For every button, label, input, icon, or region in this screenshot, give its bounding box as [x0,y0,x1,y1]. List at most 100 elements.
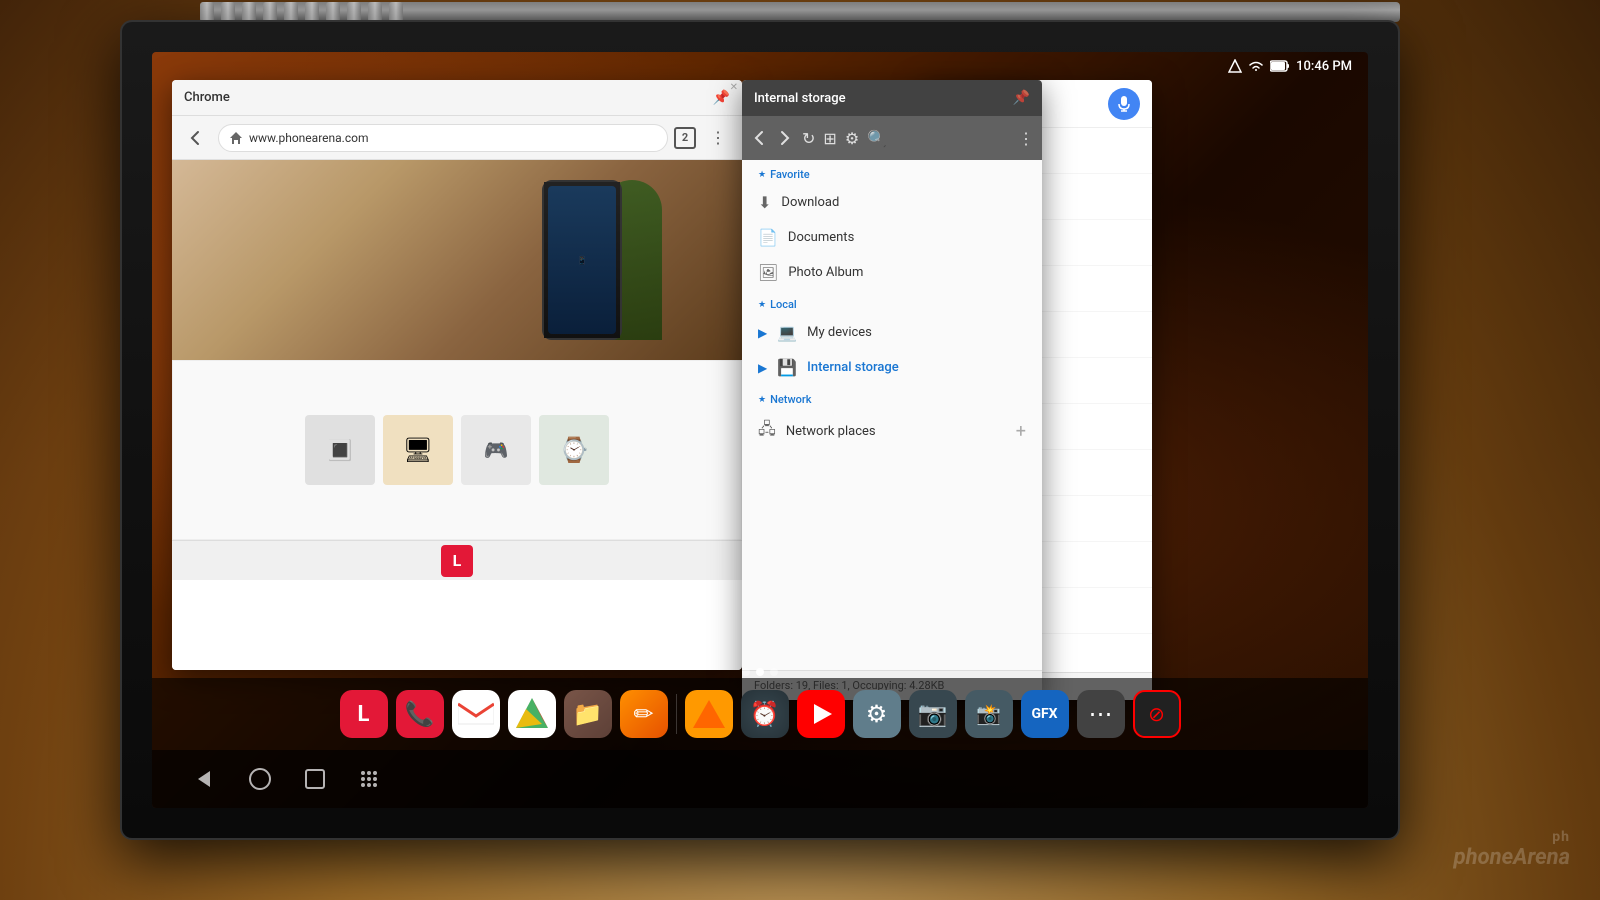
fm-download-icon: ⬇ [758,193,771,212]
fm-favorite-header: Favorite [742,160,1042,185]
dock-icon-clock[interactable]: ⏰ [741,690,789,738]
fm-documents-item[interactable]: 📄 Documents [742,220,1042,255]
dock-icon-gmail[interactable] [452,690,500,738]
fm-photoalbum-item[interactable]: 🖼 Photo Album [742,255,1042,290]
fm-forward-button[interactable] [776,129,794,147]
dock-icon-drive[interactable] [508,690,556,738]
dock-icon-files[interactable]: 📁 [564,690,612,738]
fm-grid-button[interactable]: ⊞ [823,129,836,148]
fm-more-button[interactable]: ⋮ [1018,129,1034,148]
dock-icon-camera1[interactable]: 📷 [909,690,957,738]
tablet-device: YOGA BOOK [120,20,1480,860]
dock-icon-phone[interactable]: 📞 [396,690,444,738]
dock-phone-icon: 📞 [405,700,435,728]
website-phone-section: 📱 [172,160,742,360]
fm-sidebar: Favorite ⬇ Download 📄 Documents 🖼 Photo … [742,160,1042,700]
page-dot-1[interactable] [742,668,750,676]
dock-vlc-icon [693,700,725,728]
page-dot-3[interactable] [770,668,778,676]
fm-mydevices-item[interactable]: ▶ 💻 My devices [742,315,1042,350]
page-dots [742,668,778,676]
fm-add-icon[interactable]: + [1016,421,1026,442]
phonearena-ph: ph [1454,829,1570,845]
fm-refresh-button[interactable]: ↻ [802,129,815,148]
website-ad-section: ✕ 🔳 🖥 🎮 ⌚ [172,360,742,540]
chrome-pin-icon[interactable]: 📌 [713,90,730,106]
fm-internalstorage-icon: 💾 [777,358,797,377]
dock-icon-gfx[interactable]: GFX [1021,690,1069,738]
dock-icon-youtube[interactable] [797,690,845,738]
dock-camera2-icon: 📸 [976,702,1001,726]
battery-icon [1270,60,1290,72]
dock-icon-settings[interactable]: ⚙ [853,690,901,738]
dock-icon-vlc[interactable] [685,690,733,738]
status-bar: 10:46 PM [152,52,1368,80]
chrome-window-title: Chrome [184,90,713,105]
dock-icon-block[interactable]: ⊘ [1133,690,1181,738]
chrome-toolbar: www.phonearena.com 2 ⋮ [172,116,742,160]
status-time: 10:46 PM [1296,59,1352,74]
phonearena-watermark: ph phoneArena [1454,829,1570,870]
nav-allapps-button[interactable] [358,768,380,790]
dock-icon-camera2[interactable]: 📸 [965,690,1013,738]
chrome-address-bar[interactable]: www.phonearena.com [218,124,668,152]
hinge-knob [221,2,235,22]
dock-icon-more[interactable]: ⋯ [1077,690,1125,738]
chrome-back-button[interactable] [180,122,212,154]
fm-network-header: Network [742,385,1042,410]
fm-internalstorage-expand-icon: ▶ [758,361,767,375]
dock-icon-notes[interactable]: ✏ [620,690,668,738]
nav-buttons [192,767,380,791]
dock-icon-lenovo[interactable]: L [340,690,388,738]
fm-window-title: Internal storage [754,91,1013,106]
screen: 10:46 PM Chrome 📌 www. [152,52,1368,808]
hinge-knob [284,2,298,22]
status-icons: 10:46 PM [1228,59,1352,74]
wifi-icon [1248,60,1264,72]
url-text: www.phonearena.com [249,131,368,145]
chrome-window[interactable]: Chrome 📌 www.phonearena.com 2 ⋮ [172,80,742,670]
chrome-menu-button[interactable]: ⋮ [702,122,734,154]
fm-documents-label: Documents [788,230,854,245]
chrome-content: 📱 ✕ 🔳 🖥 🎮 ⌚ [172,160,742,670]
dock-files-icon: 📁 [573,700,603,728]
nav-recent-button[interactable] [304,768,326,790]
website-preview: 📱 ✕ 🔳 🖥 🎮 ⌚ [172,160,742,670]
fl-mic-button[interactable] [1108,88,1140,120]
fm-mydevices-label: My devices [807,325,872,340]
dock-drive-icon [514,696,550,732]
filemanager-window[interactable]: Internal storage 📌 ↻ ⊞ ⚙ 🔍 ⋮ [742,80,1042,700]
fm-search-button[interactable]: 🔍 [867,129,887,148]
dock-camera1-icon: 📷 [918,700,948,728]
chrome-titlebar: Chrome 📌 [172,80,742,116]
fm-pin-icon[interactable]: 📌 [1013,90,1030,106]
fm-internalstorage-label: Internal storage [807,360,899,375]
hinge-knob [242,2,256,22]
home-icon [229,131,243,145]
fm-internalstorage-item[interactable]: ▶ 💾 Internal storage [742,350,1042,385]
navigation-bar [152,750,1368,808]
lenovo-logo: L [441,545,473,577]
hinge-knob [326,2,340,22]
page-dot-2[interactable] [756,668,764,676]
app-dock: L 📞 [152,678,1368,750]
fm-settings-button[interactable]: ⚙ [845,129,859,148]
fm-download-label: Download [781,195,839,210]
dock-settings-icon: ⚙ [866,700,888,728]
fm-download-item[interactable]: ⬇ Download [742,185,1042,220]
hinge-knob [347,2,361,22]
tablet-body: 10:46 PM Chrome 📌 www. [120,20,1400,840]
nav-back-button[interactable] [192,767,216,791]
fm-back-button[interactable] [750,129,768,147]
fm-mydevices-expand-icon: ▶ [758,326,767,340]
hinge-knob [389,2,403,22]
hinge-knob [200,2,214,22]
fm-networkplaces-item[interactable]: 🖧 Network places + [742,410,1042,453]
dock-gfx-icon: GFX [1031,706,1057,722]
fm-photoalbum-icon: 🖼 [758,263,778,282]
nav-home-button[interactable] [248,767,272,791]
dock-lenovo-icon: L [358,702,370,727]
tab-count[interactable]: 2 [674,127,696,149]
dock-block-icon: ⊘ [1148,702,1165,726]
dock-gmail-icon [458,700,494,728]
